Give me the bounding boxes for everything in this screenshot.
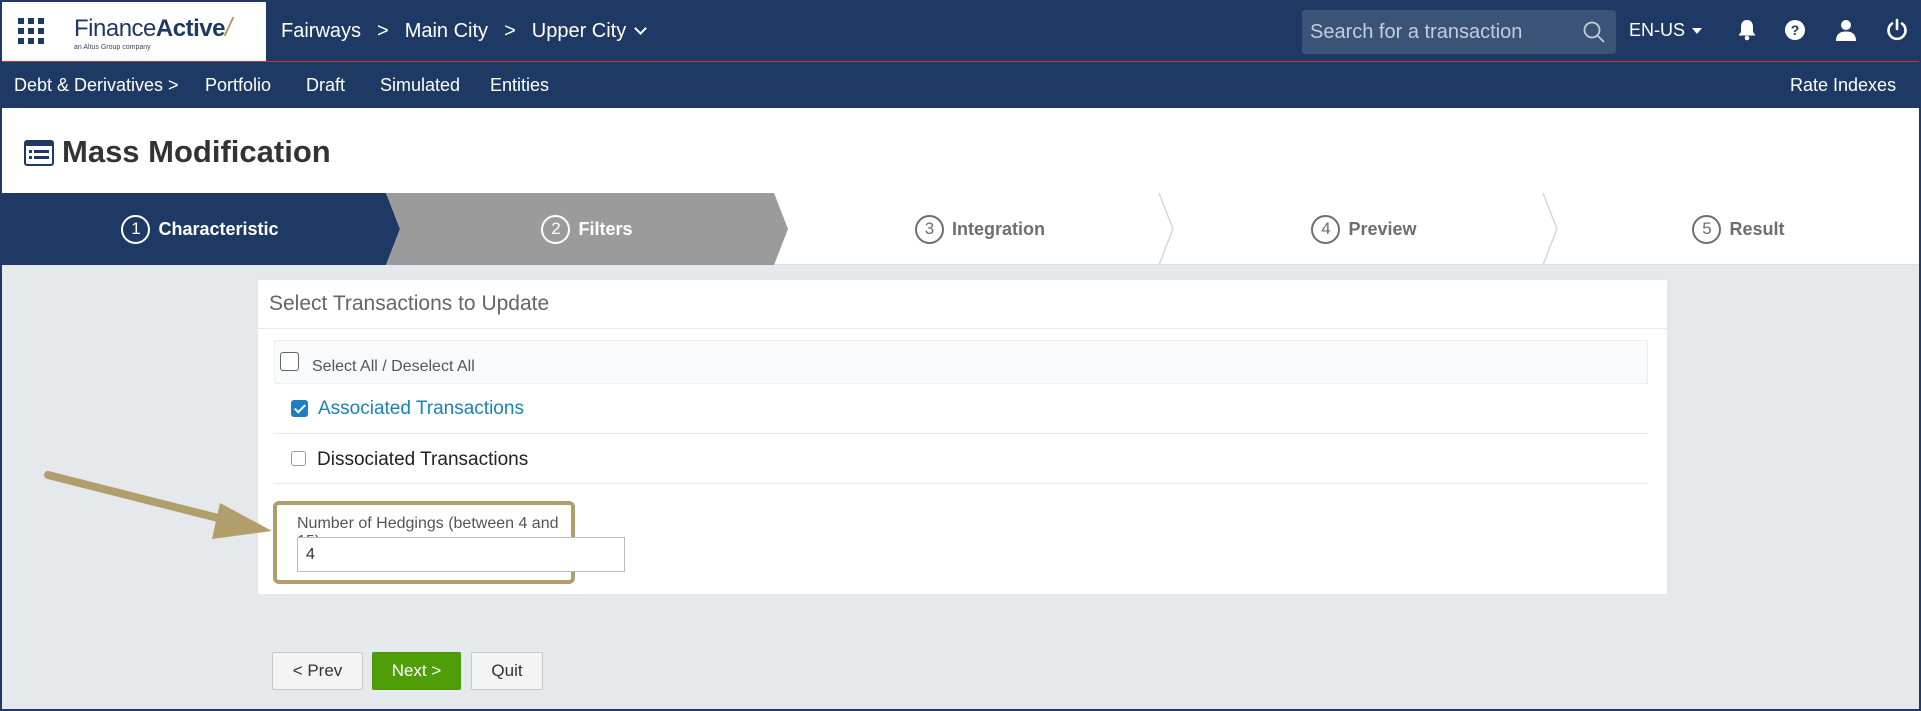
breadcrumb-item-fairways[interactable]: Fairways: [281, 20, 361, 43]
step-preview[interactable]: 4 Preview: [1172, 193, 1556, 265]
select-transactions-panel: Select Transactions to Update Select All…: [257, 279, 1668, 595]
language-label: EN-US: [1629, 20, 1686, 40]
step-label: Filters: [578, 218, 633, 239]
step-separator: [1158, 193, 1174, 265]
arrow-annotation: [44, 471, 272, 539]
caret-down-icon: [1692, 27, 1703, 34]
page-header: Mass Modification: [0, 108, 1921, 193]
step-label: Result: [1729, 218, 1785, 239]
dissociated-transactions-label[interactable]: Dissociated Transactions: [317, 449, 528, 471]
step-number: 2: [541, 214, 571, 244]
breadcrumb: Fairways > Main City > Upper City: [281, 0, 648, 62]
wizard-stepper: 1 Characteristic 2 Filters 3 Integration…: [0, 193, 1921, 265]
breadcrumb-item-main-city[interactable]: Main City: [405, 20, 488, 43]
dissociated-transactions-checkbox[interactable]: [291, 451, 306, 466]
step-label: Characteristic: [158, 218, 279, 239]
associated-transactions-label[interactable]: Associated Transactions: [318, 398, 524, 420]
main-nav: Debt & Derivatives > Portfolio Draft Sim…: [0, 62, 1921, 108]
search-box: [1302, 10, 1616, 54]
step-label: Preview: [1348, 218, 1417, 239]
select-all-checkbox[interactable]: [280, 352, 299, 371]
nav-rate-indexes[interactable]: Rate Indexes: [1790, 75, 1896, 96]
associated-transactions-checkbox[interactable]: [291, 400, 308, 417]
select-all-label[interactable]: Select All / Deselect All: [312, 358, 475, 376]
top-bar: FinanceActive/ an Altus Group company Fa…: [0, 0, 1921, 62]
step-number: 1: [121, 214, 151, 244]
select-all-row: Select All / Deselect All: [274, 340, 1648, 384]
next-button[interactable]: Next >: [372, 652, 461, 690]
list-icon: [24, 140, 54, 166]
logo-text: FinanceActive/: [74, 12, 232, 42]
list-item: Associated Transactions: [274, 384, 1648, 434]
step-number: 5: [1692, 214, 1722, 244]
step-number: 4: [1311, 214, 1341, 244]
step-integration[interactable]: 3 Integration: [788, 193, 1172, 265]
nav-draft[interactable]: Draft: [306, 75, 345, 96]
user-icon[interactable]: [1834, 18, 1858, 42]
help-icon[interactable]: ?: [1783, 18, 1807, 42]
panel-title: Select Transactions to Update: [269, 292, 550, 315]
breadcrumb-item-upper-city[interactable]: Upper City: [532, 20, 626, 43]
step-characteristic[interactable]: 1 Characteristic: [0, 193, 400, 265]
logo-subtitle: an Altus Group company: [74, 44, 151, 51]
nav-simulated[interactable]: Simulated: [380, 75, 460, 96]
language-selector[interactable]: EN-US: [1629, 20, 1703, 41]
apps-launcher[interactable]: [0, 0, 62, 61]
power-icon[interactable]: [1885, 18, 1909, 42]
search-icon[interactable]: [1582, 20, 1606, 44]
logo[interactable]: FinanceActive/ an Altus Group company: [62, 0, 266, 61]
bell-icon[interactable]: [1735, 18, 1759, 42]
nav-entities[interactable]: Entities: [490, 75, 549, 96]
quit-button[interactable]: Quit: [471, 652, 543, 690]
list-item: Dissociated Transactions: [274, 434, 1648, 484]
prev-button[interactable]: < Prev: [272, 652, 363, 690]
step-result[interactable]: 5 Result: [1556, 193, 1921, 265]
chevron-right-icon: >: [377, 19, 389, 42]
nav-portfolio[interactable]: Portfolio: [205, 75, 271, 96]
step-separator: [1542, 193, 1558, 265]
hedgings-count-input[interactable]: [297, 537, 625, 572]
chevron-down-icon[interactable]: [634, 21, 648, 35]
page-title: Mass Modification: [62, 134, 331, 169]
step-number: 3: [915, 214, 944, 244]
search-input[interactable]: [1310, 20, 1574, 44]
apps-grid-icon: [18, 17, 44, 44]
nav-debt-derivatives[interactable]: Debt & Derivatives >: [14, 75, 179, 96]
divider: [258, 328, 1667, 329]
svg-text:?: ?: [1791, 22, 1800, 38]
step-label: Integration: [952, 218, 1045, 239]
step-filters[interactable]: 2 Filters: [386, 193, 788, 265]
chevron-right-icon: >: [504, 19, 516, 42]
